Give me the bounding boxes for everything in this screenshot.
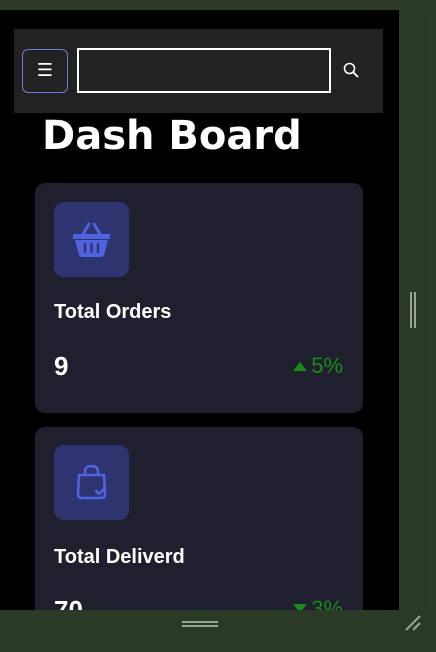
card-title: Total Deliverd (54, 546, 185, 568)
card-title: Total Orders (54, 301, 172, 323)
trend-indicator: 3% (293, 596, 343, 610)
page-title: Dash Board (42, 113, 302, 159)
trend-indicator: 5% (293, 353, 343, 379)
stat-card-total-orders: Total Orders 9 5% (35, 183, 363, 413)
card-icon-box (54, 445, 129, 520)
card-value: 70 (54, 595, 83, 610)
card-value: 9 (54, 351, 69, 381)
trend-up-icon (293, 362, 308, 371)
menu-toggle-button[interactable]: ☰ (22, 49, 68, 93)
trend-percent: 3% (311, 596, 343, 610)
horizontal-resize-rail (0, 610, 436, 652)
hamburger-icon: ☰ (36, 60, 54, 81)
vertical-resize-handle[interactable] (409, 292, 417, 328)
search-input[interactable] (77, 48, 331, 93)
trend-percent: 5% (311, 353, 343, 378)
horizontal-resize-handle[interactable] (182, 620, 218, 628)
card-icon-box (54, 202, 129, 277)
search-button[interactable] (342, 61, 362, 81)
shopping-bag-check-icon (76, 464, 107, 500)
app-viewport: ☰ Dash Board Total Orders 9 5% Total Del… (0, 10, 399, 610)
navbar: ☰ (14, 29, 383, 113)
corner-resize-grip[interactable] (404, 614, 422, 632)
basket-icon (73, 222, 110, 257)
search-icon (343, 62, 359, 78)
resize-grip-icon (405, 615, 421, 631)
stat-card-total-delivered: Total Deliverd 70 3% (35, 427, 363, 610)
